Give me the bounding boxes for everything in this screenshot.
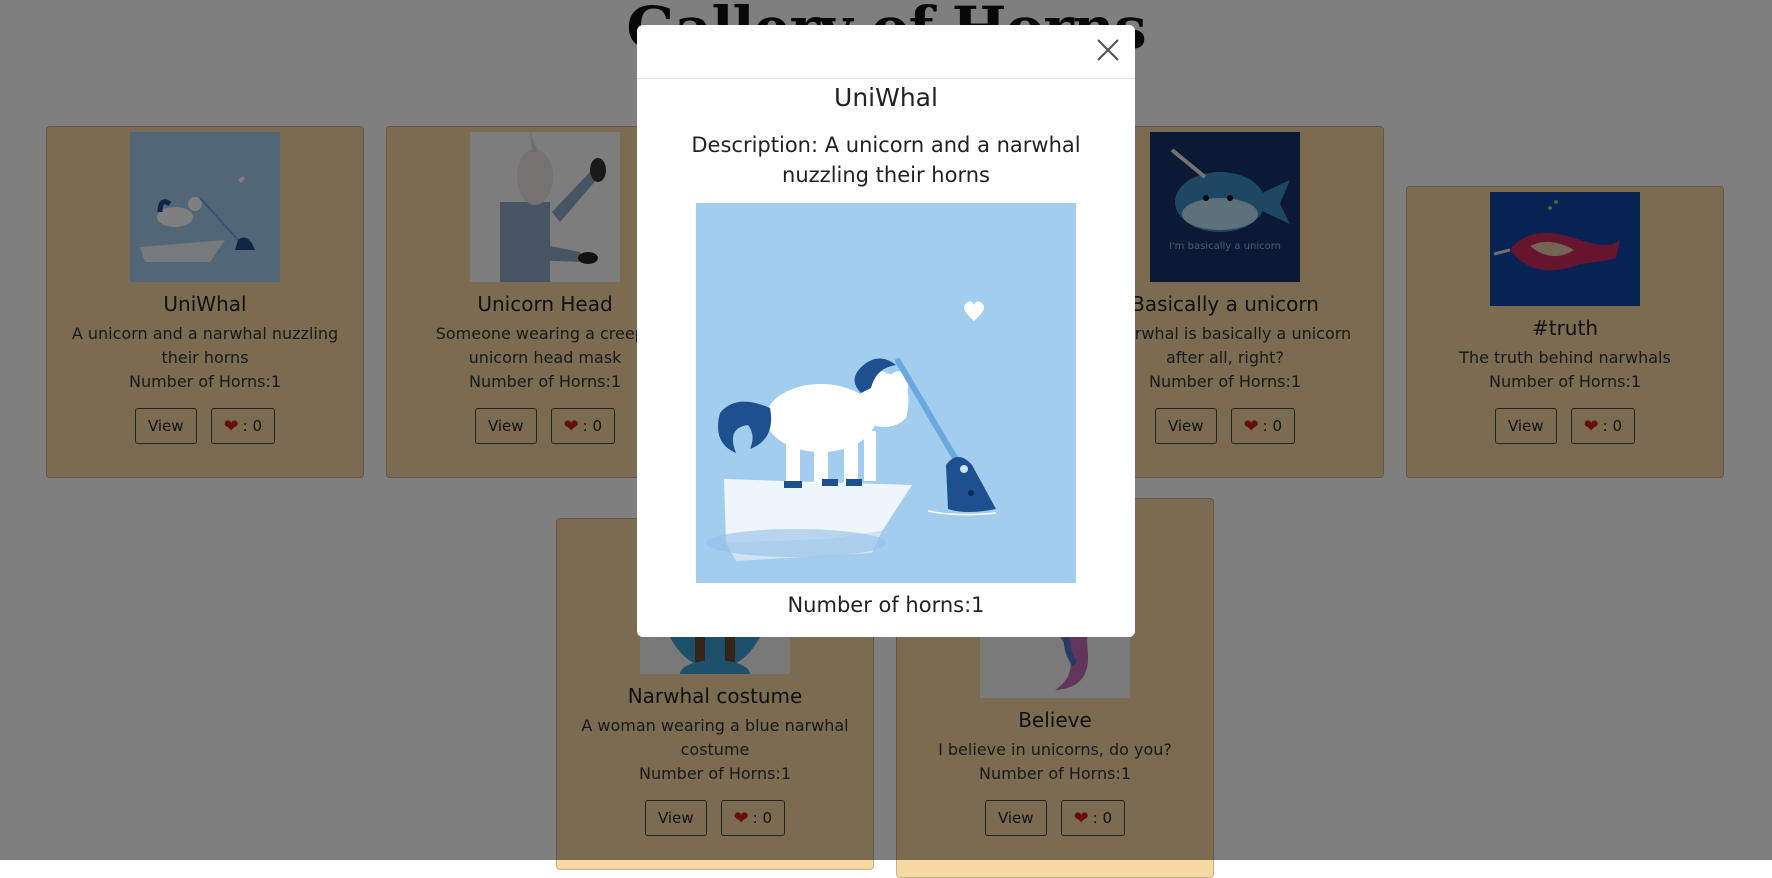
- modal-title: UniWhal: [834, 83, 938, 112]
- modal-horn-count: Number of horns:1: [787, 593, 985, 617]
- modal-description: Description: A unicorn and a narwhal nuz…: [691, 133, 1081, 187]
- modal-image: [696, 203, 1076, 583]
- modal-header: [637, 25, 1135, 79]
- image-detail-modal: UniWhal Description: A unicorn and a nar…: [637, 25, 1135, 637]
- close-icon[interactable]: [1095, 37, 1121, 63]
